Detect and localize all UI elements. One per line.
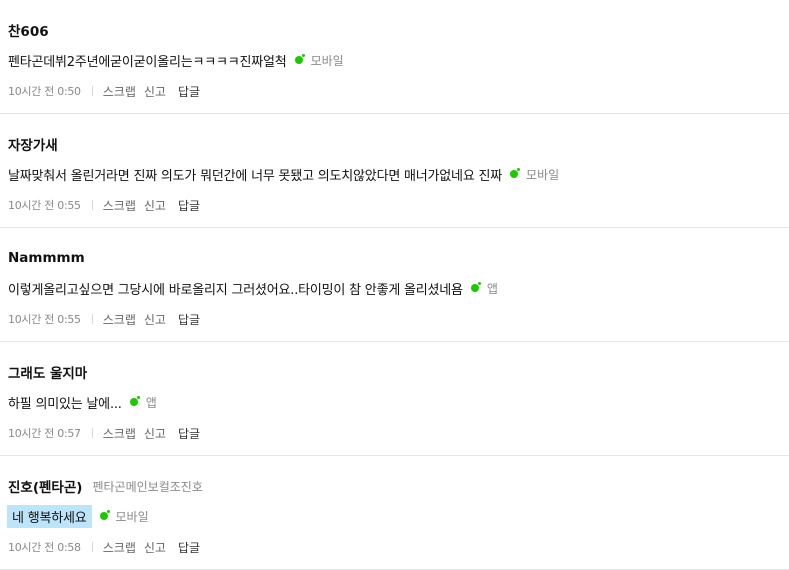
comment-author[interactable]: 그래도 울지마 <box>8 362 87 382</box>
comment-text: 펜타곤데뷔2주년에굳이굳이올리는ㅋㅋㅋㅋ진짜얼척 <box>8 54 287 70</box>
comment-item: 찬606 펜타곤데뷔2주년에굳이굳이올리는ㅋㅋㅋㅋ진짜얼척 모바일 10시간 전… <box>0 0 789 114</box>
reply-button[interactable]: 답글 <box>178 197 200 214</box>
meta-divider <box>91 542 93 552</box>
device-indicator: 모바일 <box>510 166 559 183</box>
reply-button[interactable]: 답글 <box>178 83 200 100</box>
comment-text-row: 네 행복하세요 모바일 <box>7 504 149 528</box>
meta-divider <box>91 200 93 210</box>
scrap-button[interactable]: 스크랩 <box>103 83 136 100</box>
comment-meta-row: 10시간 전 0:58 스크랩 신고 답글 <box>8 537 208 557</box>
comment-meta-row: 10시간 전 0:55 스크랩 신고 답글 <box>8 195 208 215</box>
meta-divider <box>91 86 93 96</box>
reply-button[interactable]: 답글 <box>178 539 200 556</box>
device-label: 모바일 <box>526 167 560 182</box>
comment-author[interactable]: 자장가새 <box>8 134 58 154</box>
comment-author-row: 진호(펜타곤) 펜타곤메인보컬조진호 <box>8 476 203 497</box>
comment-list: 찬606 펜타곤데뷔2주년에굳이굳이올리는ㅋㅋㅋㅋ진짜얼척 모바일 10시간 전… <box>0 0 789 570</box>
scrap-button[interactable]: 스크랩 <box>103 197 136 214</box>
green-dot-icon <box>294 54 305 65</box>
comment-text-row: 날짜맞춰서 올린거라면 진짜 의도가 뭐던간에 너무 못됐고 의도치않았다면 매… <box>8 163 559 185</box>
device-label: 모바일 <box>115 509 149 524</box>
comment-text: 하필 의미있는 날에... <box>8 396 122 412</box>
comment-author-subtitle: 펜타곤메인보컬조진호 <box>92 479 203 494</box>
report-button[interactable]: 신고 <box>144 539 166 556</box>
report-button[interactable]: 신고 <box>144 425 166 442</box>
comment-timestamp: 10시간 전 0:55 <box>8 199 81 212</box>
report-button[interactable]: 신고 <box>144 83 166 100</box>
comment-author-row: Nammmm <box>8 248 85 268</box>
comment-text-row: 펜타곤데뷔2주년에굳이굳이올리는ㅋㅋㅋㅋ진짜얼척 모바일 <box>8 49 344 71</box>
device-indicator: 앱 <box>470 280 498 297</box>
comment-author[interactable]: 진호(펜타곤) <box>8 476 82 496</box>
device-indicator: 앱 <box>129 394 157 411</box>
green-dot-icon <box>129 396 140 407</box>
scrap-button[interactable]: 스크랩 <box>103 311 136 328</box>
comment-timestamp: 10시간 전 0:58 <box>8 541 81 554</box>
reply-button[interactable]: 답글 <box>178 311 200 328</box>
comment-timestamp: 10시간 전 0:50 <box>8 85 81 98</box>
comment-text-row: 이렇게올리고싶으면 그당시에 바로올리지 그러셨어요..타이밍이 참 안좋게 올… <box>8 277 498 299</box>
device-indicator: 모바일 <box>294 52 344 69</box>
scrap-button[interactable]: 스크랩 <box>103 425 136 442</box>
comment-author[interactable]: 찬606 <box>8 20 49 40</box>
device-label: 앱 <box>145 395 157 410</box>
comment-item: 자장가새 날짜맞춰서 올린거라면 진짜 의도가 뭐던간에 너무 못됐고 의도치않… <box>0 114 789 228</box>
device-label: 모바일 <box>310 53 344 68</box>
meta-divider <box>91 314 93 324</box>
device-indicator: 모바일 <box>99 508 149 525</box>
meta-divider <box>91 428 93 438</box>
comment-author[interactable]: Nammmm <box>8 250 85 266</box>
comment-item: 그래도 울지마 하필 의미있는 날에... 앱 10시간 전 0:57 스크랩 … <box>0 342 789 456</box>
green-dot-icon <box>510 168 521 179</box>
comment-meta-row: 10시간 전 0:55 스크랩 신고 답글 <box>8 309 208 329</box>
comment-text: 날짜맞춰서 올린거라면 진짜 의도가 뭐던간에 너무 못됐고 의도치않았다면 매… <box>8 168 503 184</box>
report-button[interactable]: 신고 <box>144 197 166 214</box>
reply-button[interactable]: 답글 <box>178 425 200 442</box>
comment-item: 진호(펜타곤) 펜타곤메인보컬조진호 네 행복하세요 모바일 10시간 전 0:… <box>0 456 789 570</box>
comment-author-row: 자장가새 <box>8 134 58 154</box>
comment-timestamp: 10시간 전 0:55 <box>8 313 81 326</box>
green-dot-icon <box>470 282 481 293</box>
comment-author-row: 그래도 울지마 <box>8 362 87 382</box>
comment-timestamp: 10시간 전 0:57 <box>8 427 81 440</box>
report-button[interactable]: 신고 <box>144 311 166 328</box>
comment-item: Nammmm 이렇게올리고싶으면 그당시에 바로올리지 그러셨어요..타이밍이 … <box>0 228 789 342</box>
device-label: 앱 <box>486 281 498 296</box>
comment-text: 이렇게올리고싶으면 그당시에 바로올리지 그러셨어요..타이밍이 참 안좋게 올… <box>8 282 463 298</box>
comment-meta-row: 10시간 전 0:50 스크랩 신고 답글 <box>8 81 208 101</box>
comment-meta-row: 10시간 전 0:57 스크랩 신고 답글 <box>8 423 208 443</box>
comment-author-row: 찬606 <box>8 20 49 40</box>
comment-text-row: 하필 의미있는 날에... 앱 <box>8 391 157 413</box>
comment-text: 네 행복하세요 <box>7 504 92 528</box>
scrap-button[interactable]: 스크랩 <box>103 539 136 556</box>
green-dot-icon <box>99 510 110 521</box>
